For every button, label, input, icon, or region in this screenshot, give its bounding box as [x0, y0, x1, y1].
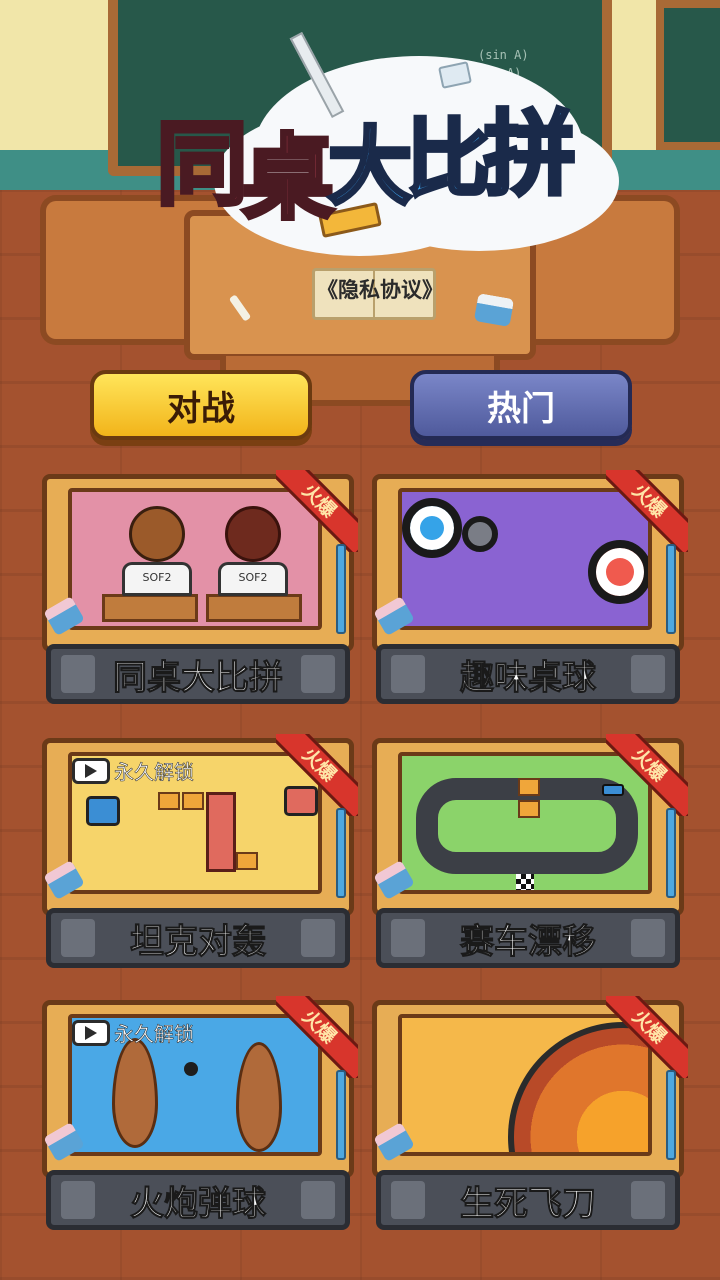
title-char: 同 — [154, 109, 250, 220]
crate-icon — [236, 852, 258, 870]
game-title: 火炮弹球 — [130, 1183, 267, 1224]
card-title-bar: 趣味桌球 — [376, 644, 680, 704]
tab-hot[interactable]: 热门 — [410, 370, 632, 440]
school-desk-icon — [206, 594, 302, 622]
puck-icon — [462, 516, 498, 552]
crate-icon — [518, 778, 540, 796]
hot-badge: 火爆 — [276, 734, 358, 816]
card-title-bar: 坦克对轰 — [46, 908, 350, 968]
card-title-bar: 生死飞刀 — [376, 1170, 680, 1230]
video-ad-icon — [72, 1019, 110, 1046]
game-card-tank-battle[interactable]: 永久解锁 火爆 坦克对轰 — [42, 734, 358, 988]
game-title: 生死飞刀 — [460, 1183, 597, 1224]
video-ad-icon — [72, 757, 110, 784]
boy-student-icon: SOF2 — [122, 506, 192, 596]
pencil-icon — [666, 1070, 676, 1160]
app-title-logo: 同 桌 大 比 拼 — [118, 86, 608, 234]
hot-badge: 火爆 — [606, 470, 688, 552]
privacy-policy-link[interactable]: 《隐私协议》 — [306, 274, 454, 304]
game-card-air-hockey[interactable]: 火爆 趣味桌球 — [372, 470, 688, 724]
crate-icon — [518, 800, 540, 818]
hot-badge: 火爆 — [606, 734, 688, 816]
game-card-race-drift[interactable]: 火爆 赛车漂移 — [372, 734, 688, 988]
game-card-flying-knife[interactable]: 火爆 生死飞刀 — [372, 996, 688, 1250]
card-title-bar: 赛车漂移 — [376, 908, 680, 968]
pencil-icon — [336, 1070, 346, 1160]
pencil-icon — [666, 808, 676, 898]
side-chalkboard — [656, 0, 720, 150]
title-char: 比 — [404, 108, 492, 210]
game-card-cannon-ball[interactable]: 永久解锁 火爆 火炮弹球 — [42, 996, 358, 1250]
shirt-label: SOF2 — [218, 562, 288, 596]
game-title: 坦克对轰 — [130, 921, 267, 962]
wall-block — [206, 792, 236, 872]
eraser-icon — [473, 293, 515, 327]
blue-paddle-icon — [402, 498, 462, 558]
permanent-unlock-badge[interactable]: 永久解锁 — [72, 756, 194, 785]
title-char: 大 — [326, 116, 414, 218]
finish-line-icon — [516, 874, 534, 890]
crate-icon — [158, 792, 180, 810]
card-title-bar: 火炮弹球 — [46, 1170, 350, 1230]
game-title: 同桌大比拼 — [113, 657, 284, 698]
unlock-label: 永久解锁 — [114, 1022, 195, 1047]
permanent-unlock-badge[interactable]: 永久解锁 — [72, 1018, 194, 1047]
cannonball-icon — [184, 1062, 198, 1076]
left-boat-icon — [112, 1038, 158, 1148]
pencil-icon — [666, 544, 676, 634]
title-char: 桌 — [240, 123, 336, 234]
crate-icon — [182, 792, 204, 810]
game-title: 趣味桌球 — [460, 657, 597, 698]
school-desk-icon — [102, 594, 198, 622]
card-title-bar: 同桌大比拼 — [46, 644, 350, 704]
game-card-classmates[interactable]: SOF2 SOF2 火爆 同桌大比拼 — [42, 470, 358, 724]
title-char: 拼 — [482, 99, 578, 210]
hot-badge: 火爆 — [606, 996, 688, 1078]
unlock-label: 永久解锁 — [114, 760, 195, 785]
pencil-icon — [336, 544, 346, 634]
hot-badge: 火爆 — [276, 470, 358, 552]
blue-tank-icon — [86, 796, 120, 826]
game-title: 赛车漂移 — [460, 921, 597, 962]
tab-battle[interactable]: 对战 — [90, 370, 312, 440]
shirt-label: SOF2 — [122, 562, 192, 596]
hot-badge: 火爆 — [276, 996, 358, 1078]
pencil-icon — [336, 808, 346, 898]
